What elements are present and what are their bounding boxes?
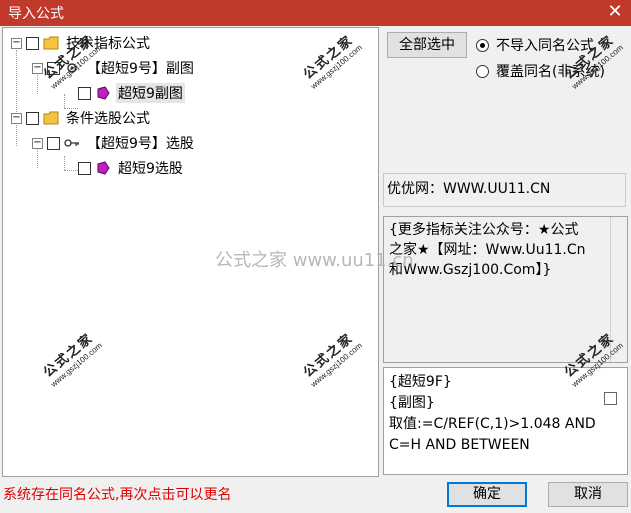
tree-checkbox[interactable]: [26, 36, 39, 50]
radio-overwrite-duplicate[interactable]: 覆盖同名(非系统): [476, 61, 605, 81]
tree-checkbox[interactable]: [47, 61, 60, 75]
window-title: 导入公式: [8, 6, 64, 22]
tree-node-label: 技术指标公式: [66, 36, 150, 52]
radio-button[interactable]: [476, 64, 489, 78]
tree-node-label: 【超短9号】选股: [87, 136, 194, 152]
tree-node-xuangu-group[interactable]: − 【超短9号】选股: [32, 132, 196, 154]
formula-line: C=H AND BETWEEN: [389, 437, 530, 453]
description-line: 之家★【网址：Www.Uu11.Cn: [389, 242, 586, 258]
select-all-button[interactable]: 全部选中: [387, 32, 467, 58]
description-scrollbar[interactable]: [610, 217, 627, 362]
tree-node-technical[interactable]: − 技术指标公式: [11, 32, 152, 54]
key-icon: [64, 136, 80, 150]
tree-node-fuitu-formula[interactable]: 超短9副图: [78, 82, 185, 104]
preview-checkbox[interactable]: [604, 392, 617, 405]
formula-gem-icon: [95, 161, 111, 175]
folder-icon: [43, 111, 59, 125]
import-formula-dialog: 导入公式 ✕ − 技术指标公式 − 【超短9号】副图 超短9副图 − 条件选股公…: [0, 0, 631, 513]
close-icon[interactable]: ✕: [605, 1, 625, 23]
gear-icon: [64, 61, 80, 75]
tree-node-label: 【超短9号】副图: [87, 61, 194, 77]
cancel-button[interactable]: 取消: [548, 482, 628, 507]
formula-description: {更多指标关注公众号：★公式 之家★【网址：Www.Uu11.Cn 和Www.G…: [383, 216, 628, 363]
tree-checkbox[interactable]: [47, 136, 60, 150]
description-line: {更多指标关注公众号：★公式: [389, 222, 579, 238]
collapse-toggle[interactable]: −: [32, 62, 43, 74]
tree-node-fuitu-group[interactable]: − 【超短9号】副图: [32, 57, 196, 79]
formula-line: 取值:=C/REF(C,1)>1.048 AND: [389, 416, 596, 432]
title-bar: 导入公式 ✕: [0, 0, 631, 26]
ok-button[interactable]: 确定: [447, 482, 527, 507]
formula-line: {超短9F}: [389, 374, 452, 390]
site-banner: 优优网：WWW.UU11.CN: [383, 173, 626, 207]
tree-checkbox[interactable]: [78, 161, 91, 175]
formula-line: {副图}: [389, 395, 435, 411]
status-message: 系统存在同名公式,再次点击可以更名: [3, 487, 232, 503]
tree-checkbox[interactable]: [78, 86, 91, 100]
collapse-toggle[interactable]: −: [11, 112, 22, 124]
formula-preview: {超短9F} {副图} 取值:=C/REF(C,1)>1.048 AND C=H…: [383, 367, 628, 475]
tree-node-label: 超短9副图: [116, 83, 185, 103]
tree-node-label: 超短9选股: [118, 161, 183, 177]
radio-button[interactable]: [476, 38, 489, 52]
tree-node-condition[interactable]: − 条件选股公式: [11, 107, 152, 129]
radio-label: 不导入同名公式: [496, 38, 594, 54]
tree-checkbox[interactable]: [26, 111, 39, 125]
tree-node-label: 条件选股公式: [66, 111, 150, 127]
description-line: 和Www.Gszj100.Com】}: [389, 262, 552, 278]
radio-no-import-duplicate[interactable]: 不导入同名公式: [476, 35, 594, 55]
radio-label: 覆盖同名(非系统): [496, 64, 605, 80]
tree-node-xuangu-formula[interactable]: 超短9选股: [78, 157, 185, 179]
collapse-toggle[interactable]: −: [11, 37, 22, 49]
formula-gem-icon: [95, 86, 111, 100]
center-watermark: 公式之家 www.uu11.cn: [215, 250, 414, 271]
folder-icon: [43, 36, 59, 50]
collapse-toggle[interactable]: −: [32, 137, 43, 149]
